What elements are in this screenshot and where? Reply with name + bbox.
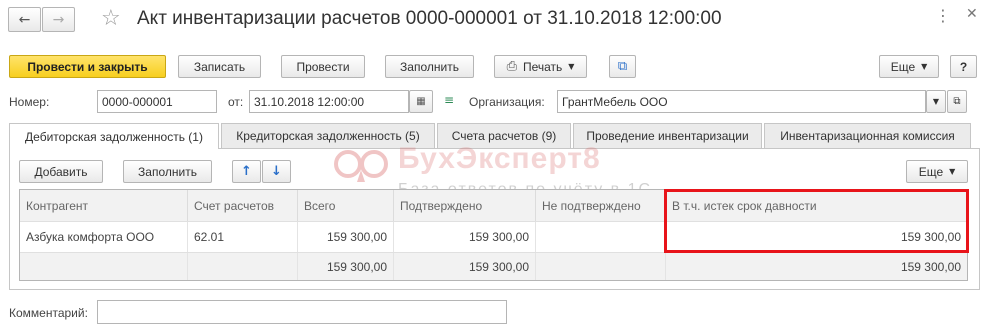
calendar-button[interactable]: ▦	[409, 90, 433, 113]
watermark-logo	[330, 140, 392, 190]
fill-button[interactable]: Заполнить	[385, 55, 474, 78]
close-icon[interactable]: ✕	[966, 6, 978, 22]
more-button[interactable]: Еще ▼	[879, 55, 939, 78]
star-icon[interactable]: ☆	[101, 6, 121, 31]
print-button[interactable]: ⎙ Печать ▼	[494, 55, 587, 78]
cell-confirmed[interactable]: 159 300,00	[394, 222, 536, 252]
save-button[interactable]: Записать	[178, 55, 261, 78]
tab-inventory-posting[interactable]: Проведение инвентаризации	[573, 123, 762, 148]
cell-unconfirmed[interactable]	[536, 222, 666, 252]
organization-label: Организация:	[469, 95, 545, 109]
tab-inventory-commission[interactable]: Инвентаризационная комиссия	[764, 123, 971, 148]
column-header-confirmed[interactable]: Подтверждено	[394, 190, 536, 221]
number-field[interactable]: 0000-000001	[97, 90, 217, 113]
table-more-button[interactable]: Еще ▼	[906, 160, 968, 183]
arrow-right-icon: →	[52, 11, 65, 28]
column-header-unconfirmed[interactable]: Не подтверждено	[536, 190, 666, 221]
date-label: от:	[228, 95, 244, 109]
structure-button[interactable]: ⧉	[609, 55, 636, 78]
window-title: Акт инвентаризации расчетов 0000-000001 …	[137, 8, 722, 29]
dots-icon[interactable]: ⋮	[935, 6, 952, 25]
printer-icon: ⎙	[506, 59, 517, 74]
footer-expired: 159 300,00	[900, 259, 961, 274]
organization-icon: ≡	[444, 93, 455, 107]
column-header-counterparty[interactable]: Контрагент	[20, 190, 188, 221]
post-button[interactable]: Провести	[281, 55, 365, 78]
print-label: Печать	[522, 59, 563, 74]
chevron-down-icon: ▼	[949, 167, 956, 176]
post-and-close-button[interactable]: Провести и закрыть	[9, 55, 166, 78]
calendar-icon: ▦	[416, 96, 426, 107]
watermark-title: БухЭксперт8	[398, 142, 601, 175]
organization-field[interactable]: ГрантМебель ООО	[557, 90, 926, 113]
footer-confirmed: 159 300,00	[394, 253, 536, 280]
column-header-total[interactable]: Всего	[298, 190, 394, 221]
highlight-frame	[664, 189, 969, 253]
cell-total[interactable]: 159 300,00	[298, 222, 394, 252]
chevron-down-icon: ▼	[568, 62, 575, 71]
comment-field[interactable]	[97, 300, 507, 324]
structure-icon: ⧉	[617, 59, 628, 74]
footer-counterparty	[20, 253, 188, 280]
column-header-account[interactable]: Счет расчетов	[188, 190, 298, 221]
arrow-left-icon: ←	[18, 11, 31, 28]
comment-label: Комментарий:	[9, 306, 88, 320]
more-label: Еще	[890, 59, 916, 74]
move-up-button[interactable]: ↑	[232, 160, 261, 183]
move-down-button[interactable]: ↓	[262, 160, 291, 183]
number-label: Номер:	[9, 95, 50, 109]
open-icon: ⧉	[953, 96, 961, 107]
footer-unconfirmed	[536, 253, 666, 280]
table-more-label: Еще	[918, 164, 944, 179]
footer-account	[188, 253, 298, 280]
table-fill-button[interactable]: Заполнить	[123, 160, 212, 183]
cell-counterparty[interactable]: Азбука комфорта ООО	[20, 222, 188, 252]
cell-account[interactable]: 62.01	[188, 222, 298, 252]
footer-total: 159 300,00	[298, 253, 394, 280]
organization-open-button[interactable]: ⧉	[947, 90, 967, 113]
chevron-down-icon: ▼	[921, 62, 928, 71]
forward-button[interactable]: →	[42, 7, 75, 32]
date-field[interactable]: 31.10.2018 12:00:00	[249, 90, 409, 113]
back-button[interactable]: ←	[8, 7, 41, 32]
table-footer: 159 300,00 159 300,00 159 300,00	[20, 253, 967, 280]
arrow-down-icon: ↓	[271, 164, 282, 179]
help-button[interactable]: ?	[950, 55, 977, 78]
tab-receivables[interactable]: Дебиторская задолженность (1)	[9, 123, 219, 149]
organization-dropdown-button[interactable]: ▼	[926, 90, 946, 113]
arrow-up-icon: ↑	[241, 164, 252, 179]
add-row-button[interactable]: Добавить	[19, 160, 103, 183]
chevron-down-icon: ▼	[932, 97, 940, 106]
